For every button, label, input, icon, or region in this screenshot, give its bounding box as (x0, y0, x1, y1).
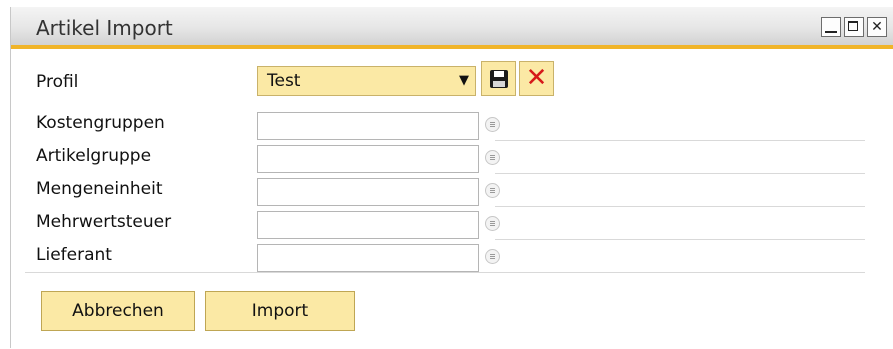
mengeneinheit-input[interactable] (257, 178, 479, 206)
field-label: Lieferant (36, 245, 112, 265)
field-row-mehrwertsteuer: Mehrwertsteuer (25, 208, 865, 240)
lookup-list-icon[interactable] (485, 249, 500, 264)
field-row-lieferant: Lieferant (25, 241, 865, 273)
field-row-kostengruppen: Kostengruppen (25, 109, 865, 141)
red-x-icon: ✕ (525, 63, 548, 93)
cancel-button[interactable]: Abbrechen (41, 291, 195, 331)
title-bar[interactable]: Artikel Import ✕ (11, 7, 893, 49)
lookup-list-icon[interactable] (485, 117, 500, 132)
lookup-list-icon[interactable] (485, 183, 500, 198)
mehrwertsteuer-input[interactable] (257, 211, 479, 239)
field-label: Mengeneinheit (36, 179, 163, 199)
minimize-button[interactable] (821, 17, 841, 37)
window-controls: ✕ (821, 17, 887, 37)
field-label: Artikelgruppe (36, 146, 152, 166)
profile-dropdown[interactable]: Test ▼ (257, 66, 476, 96)
lookup-list-icon[interactable] (485, 216, 500, 231)
profile-selected-value: Test (267, 71, 301, 91)
field-label: Mehrwertsteuer (36, 212, 172, 232)
window-title: Artikel Import (36, 16, 173, 40)
lookup-list-icon[interactable] (485, 150, 500, 165)
import-button[interactable]: Import (205, 291, 355, 331)
save-profile-button[interactable] (481, 61, 516, 96)
field-row-mengeneinheit: Mengeneinheit (25, 175, 865, 207)
close-button[interactable]: ✕ (867, 17, 887, 37)
minimize-icon (825, 31, 837, 33)
close-icon: ✕ (871, 19, 883, 35)
lieferant-input[interactable] (257, 244, 479, 272)
dropdown-arrow-icon: ▼ (459, 73, 469, 88)
profile-label: Profil (36, 72, 79, 92)
artikelgruppe-input[interactable] (257, 145, 479, 173)
profile-row: Profil Test ▼ ✕ (25, 61, 865, 97)
maximize-icon (848, 21, 858, 31)
floppy-disk-icon (490, 70, 508, 88)
field-row-artikelgruppe: Artikelgruppe (25, 142, 865, 174)
kostengruppen-input[interactable] (257, 112, 479, 140)
delete-profile-button[interactable]: ✕ (519, 61, 554, 96)
field-label: Kostengruppen (36, 113, 165, 133)
maximize-button[interactable] (844, 17, 864, 37)
